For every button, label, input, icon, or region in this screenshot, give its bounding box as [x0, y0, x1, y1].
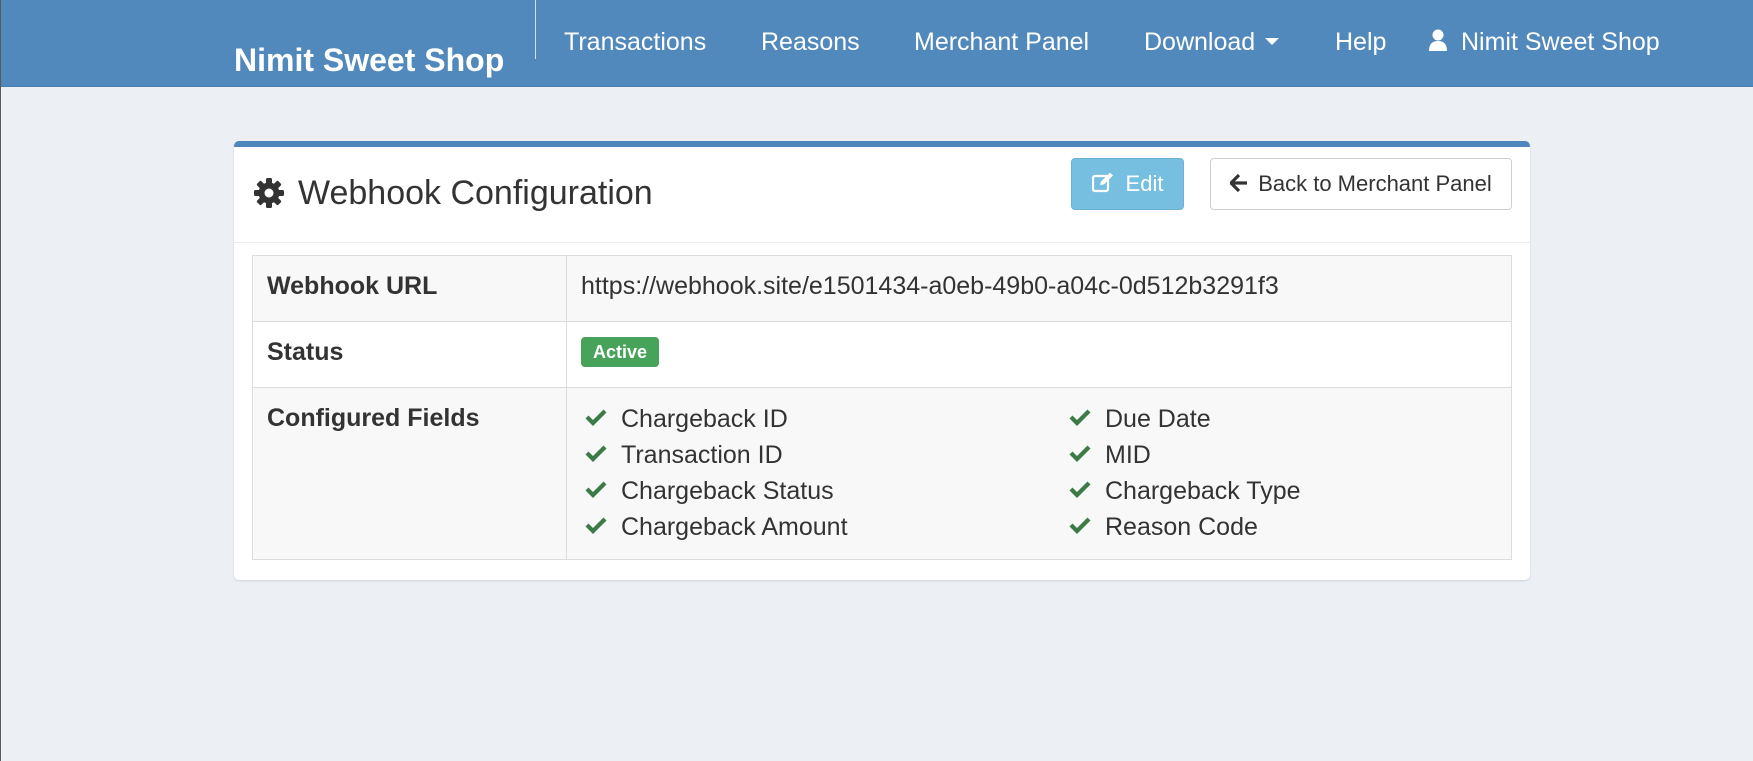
- field-label: Transaction ID: [621, 441, 783, 469]
- edit-button-label: Edit: [1125, 171, 1164, 196]
- nav-transactions[interactable]: Transactions: [564, 22, 706, 62]
- check-icon: [1069, 517, 1091, 535]
- nav-user-label: Nimit Sweet Shop: [1461, 28, 1660, 56]
- edit-button[interactable]: Edit: [1071, 158, 1184, 210]
- top-navbar: Nimit Sweet Shop Transactions Reasons Me…: [1, 0, 1753, 87]
- configured-fields-list: Chargeback ID Due Date Transaction ID MI…: [581, 403, 1497, 547]
- nav-divider: [535, 0, 536, 59]
- field-label: Chargeback Status: [621, 477, 834, 505]
- status-cell: Active: [566, 321, 1512, 388]
- list-item: Reason Code: [1065, 511, 1465, 547]
- check-icon: [585, 517, 607, 535]
- nav-merchant-panel[interactable]: Merchant Panel: [914, 22, 1089, 62]
- list-item: Chargeback Type: [1065, 475, 1465, 511]
- webhook-url-value: https://webhook.site/e1501434-a0eb-49b0-…: [566, 255, 1512, 322]
- gear-icon: [254, 178, 284, 208]
- field-label: Reason Code: [1105, 513, 1258, 541]
- list-item: Chargeback Status: [581, 475, 1065, 511]
- nav-help[interactable]: Help: [1335, 22, 1386, 62]
- back-to-merchant-panel-button[interactable]: Back to Merchant Panel: [1210, 158, 1512, 210]
- check-icon: [585, 481, 607, 499]
- webhook-info-table: Webhook URL https://webhook.site/e150143…: [252, 255, 1512, 560]
- edit-icon: [1091, 173, 1113, 193]
- table-row: Webhook URL https://webhook.site/e150143…: [252, 255, 1512, 322]
- configured-fields-label: Configured Fields: [252, 387, 567, 560]
- check-icon: [585, 445, 607, 463]
- field-label: Chargeback Type: [1105, 477, 1301, 505]
- webhook-url-label: Webhook URL: [252, 255, 567, 322]
- webhook-config-panel: Webhook Configuration Edit Back to Merch…: [234, 141, 1530, 580]
- list-item: Transaction ID: [581, 439, 1065, 475]
- status-badge: Active: [581, 337, 660, 367]
- configured-fields-cell: Chargeback ID Due Date Transaction ID MI…: [566, 387, 1512, 560]
- user-icon: [1429, 29, 1447, 52]
- back-button-label: Back to Merchant Panel: [1258, 171, 1492, 196]
- list-item: MID: [1065, 439, 1465, 475]
- nav-download-label: Download: [1144, 28, 1256, 56]
- list-item: Due Date: [1065, 403, 1465, 439]
- check-icon: [1069, 445, 1091, 463]
- field-label: Chargeback Amount: [621, 513, 848, 541]
- panel-header: Webhook Configuration Edit Back to Merch…: [234, 147, 1530, 243]
- nav-reasons[interactable]: Reasons: [761, 22, 860, 62]
- check-icon: [1069, 409, 1091, 427]
- list-item: Chargeback ID: [581, 403, 1065, 439]
- nav-download[interactable]: Download: [1144, 22, 1280, 62]
- table-row: Configured Fields Chargeback ID Due Date…: [252, 387, 1512, 560]
- nav-user-menu[interactable]: Nimit Sweet Shop: [1429, 22, 1660, 62]
- field-label: MID: [1105, 441, 1151, 469]
- list-item: Chargeback Amount: [581, 511, 1065, 547]
- caret-down-icon: [1265, 37, 1280, 45]
- arrow-left-icon: [1230, 174, 1248, 193]
- field-label: Chargeback ID: [621, 405, 788, 433]
- check-icon: [1069, 481, 1091, 499]
- panel-title: Webhook Configuration: [298, 174, 653, 212]
- table-row: Status Active: [252, 321, 1512, 388]
- status-label: Status: [252, 321, 567, 388]
- field-label: Due Date: [1105, 405, 1211, 433]
- check-icon: [585, 409, 607, 427]
- brand-name[interactable]: Nimit Sweet Shop: [234, 38, 504, 82]
